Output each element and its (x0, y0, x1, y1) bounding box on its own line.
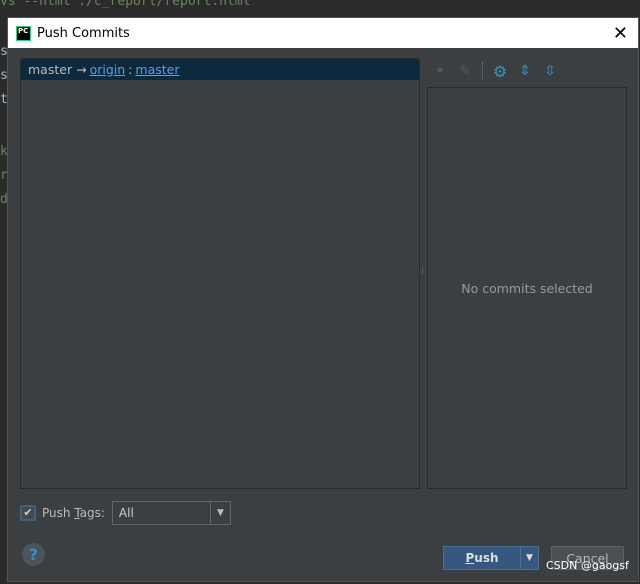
empty-state-text: No commits selected (461, 280, 593, 296)
edit-source-icon[interactable]: ✎ (457, 63, 473, 79)
dialog-title: Push Commits (37, 25, 130, 41)
push-commits-dialog: PC Push Commits ✕ master → origin : mast… (7, 17, 639, 582)
push-label[interactable]: Push (444, 547, 520, 569)
push-tags-label: Push Tags: (42, 506, 105, 520)
editor-background-line: vs --html ./c_report/report.html (0, 0, 251, 9)
remote-branch-link[interactable]: master (135, 62, 179, 77)
local-branch: master (28, 62, 73, 77)
branch-separator: : (128, 62, 133, 77)
collapse-all-icon[interactable]: ⇳ (542, 63, 558, 79)
title-bar: PC Push Commits ✕ (8, 18, 638, 48)
push-tags-row: ✔ Push Tags: All ▼ (20, 501, 231, 525)
merge-icon[interactable]: ✦ (432, 63, 448, 79)
push-tags-checkbox[interactable]: ✔ (20, 505, 36, 521)
details-toolbar: ✦ ✎ ⚙ ⇕ ⇳ (432, 61, 558, 81)
help-button[interactable]: ? (22, 543, 45, 566)
branch-row[interactable]: master → origin : master (21, 59, 419, 80)
gear-icon[interactable]: ⚙ (492, 62, 508, 81)
pycharm-logo-icon: PC (16, 25, 31, 41)
remote-link[interactable]: origin (90, 62, 126, 77)
push-tags-value: All (118, 506, 134, 520)
watermark: CSDN @gaogsf (546, 559, 629, 572)
push-button[interactable]: Push ▼ (443, 546, 539, 570)
branch-list: master → origin : master (20, 58, 420, 489)
push-tags-select[interactable]: All ▼ (111, 501, 231, 525)
close-icon[interactable]: ✕ (613, 23, 628, 44)
push-dropdown-chevron-icon[interactable]: ▼ (520, 547, 538, 569)
chevron-down-icon[interactable]: ▼ (209, 502, 230, 524)
commit-details-panel: No commits selected (427, 87, 627, 489)
expand-all-icon[interactable]: ⇕ (517, 63, 533, 79)
toolbar-separator (482, 62, 483, 80)
arrow-icon: → (76, 62, 87, 77)
splitter-handle[interactable]: ⁞ (421, 266, 424, 275)
